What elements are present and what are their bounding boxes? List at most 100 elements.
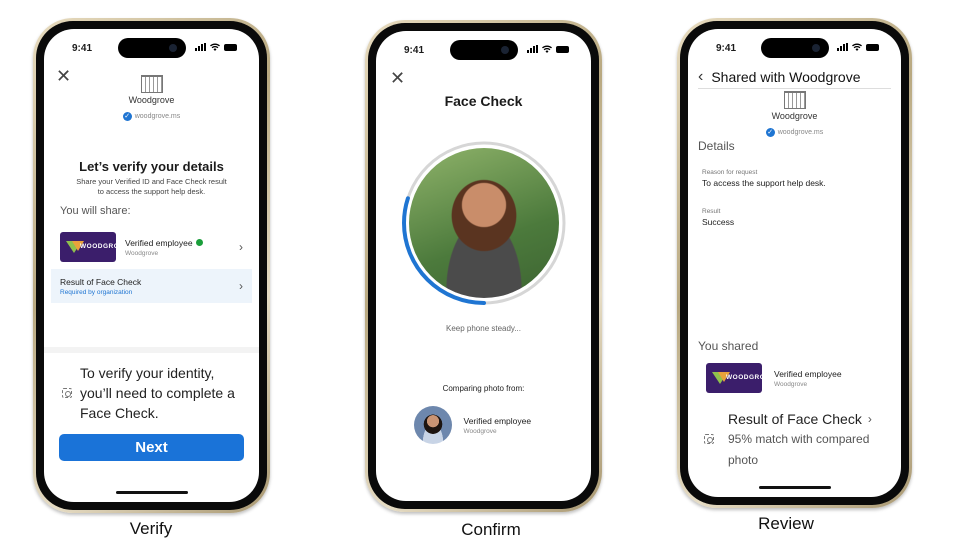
page-title: Face Check: [444, 93, 523, 109]
close-icon[interactable]: ✕: [56, 67, 71, 85]
next-button[interactable]: Next: [59, 434, 244, 461]
org-name: Woodgrove: [128, 95, 175, 105]
credential-issuer: Woodgrove: [463, 427, 497, 435]
phone-verify: 9:41 ✕ Woodgrove ✓ woodgrove.ms Let’s ve…: [33, 18, 270, 513]
credential-text: Verified employee Woodgrove: [464, 416, 532, 435]
verified-check-icon: [195, 239, 203, 246]
building-icon: [783, 91, 806, 109]
org-header: Woodgrove ✓ woodgrove.ms: [715, 91, 875, 139]
system-icons: [527, 45, 569, 53]
compare-credential: Verified employee Woodgrove: [413, 406, 554, 444]
wifi-icon: [852, 43, 862, 51]
face-result-detail: 95% match with compared photo: [728, 432, 870, 467]
face-result-title: Result of Face Check: [728, 411, 862, 427]
chevron-left-icon[interactable]: ‹: [698, 68, 703, 86]
shared-heading: You shared: [698, 339, 759, 353]
battery-icon: [556, 45, 569, 53]
system-icons: [195, 43, 237, 51]
org-domain: ✓ woodgrove.ms: [765, 128, 824, 137]
phone-confirm: 9:41 ✕ Face Check Keep phone steady... C…: [365, 20, 602, 512]
comparing-label: Comparing photo from:: [442, 384, 525, 393]
field-key: Result: [702, 208, 721, 215]
credential-name: Verified employee: [774, 368, 842, 379]
chevron-right-icon: ›: [239, 240, 243, 254]
verify-screen: 9:41 ✕ Woodgrove ✓ woodgrove.ms Let’s ve…: [44, 29, 259, 502]
home-indicator: [758, 486, 831, 489]
face-check-text: Result of Face Check Required by organiz…: [60, 277, 141, 296]
step-label-review: Review: [758, 514, 814, 533]
face-scan-icon: [62, 388, 72, 398]
close-icon[interactable]: ✕: [390, 69, 405, 87]
chevron-right-icon: ›: [867, 412, 872, 426]
face-check-result[interactable]: Result of Face Check › 95% match with co…: [704, 411, 891, 471]
credential-name: Verified employee: [125, 237, 193, 248]
nav-bar: ‹ Shared with Woodgrove: [698, 65, 891, 89]
field-value: Success: [702, 217, 735, 227]
system-icons: [837, 43, 879, 51]
org-header: Woodgrove ✓ woodgrove.ms: [72, 75, 232, 123]
shared-credential-row[interactable]: WOODGROVE Verified employee Woodgrove: [706, 363, 842, 393]
verified-badge-icon: ✓: [765, 128, 775, 137]
share-heading: You will share:: [60, 205, 131, 217]
wifi-icon: [542, 45, 552, 53]
credential-issuer: Woodgrove: [125, 249, 159, 257]
credential-issuer: Woodgrove: [774, 380, 808, 388]
phone-review: 9:41 ‹ Shared with Woodgrove Woodgrove ✓…: [677, 18, 912, 508]
face-check-title: Result of Face Check: [60, 276, 142, 287]
phone-bezel: 9:41 ✕ Woodgrove ✓ woodgrove.ms Let’s ve…: [36, 21, 267, 510]
credential-text: Verified employee Woodgrove: [125, 238, 203, 257]
woodgrove-card-logo: WOODGROVE: [706, 363, 762, 393]
home-indicator: [115, 491, 188, 494]
status-time: 9:41: [716, 43, 737, 54]
status-time: 9:41: [72, 43, 93, 54]
dynamic-island: [760, 38, 829, 58]
step-label-verify: Verify: [129, 519, 173, 538]
face-check-subtitle: Required by organization: [60, 288, 133, 296]
step-label-confirm: Confirm: [461, 520, 521, 539]
page-subtitle: Share your Verified ID and Face Check re…: [76, 177, 227, 196]
signal-icon: [837, 43, 848, 51]
face-camera-preview: [408, 148, 559, 298]
status-time: 9:41: [404, 45, 425, 56]
verified-badge-icon: ✓: [122, 112, 132, 121]
face-scan-icon: [704, 434, 714, 444]
credential-text: Verified employee Woodgrove: [774, 369, 842, 388]
chevron-right-icon: ›: [239, 279, 243, 293]
detail-field-reason: Reason for request To access the support…: [702, 169, 826, 188]
face-capture: [399, 138, 569, 308]
battery-icon: [866, 43, 879, 51]
face-result-detail-line: 95% match with compared photo: [704, 429, 891, 471]
status-bar: 9:41: [44, 29, 259, 59]
review-screen: 9:41 ‹ Shared with Woodgrove Woodgrove ✓…: [688, 29, 901, 497]
confirm-screen: 9:41 ✕ Face Check Keep phone steady... C…: [376, 31, 591, 501]
org-domain-text: woodgrove.ms: [777, 129, 824, 136]
bottom-sheet: To verify your identity, you’ll need to …: [44, 347, 259, 502]
credential-name-line: Verified employee: [125, 238, 203, 248]
dynamic-island: [449, 40, 518, 60]
org-domain-text: woodgrove.ms: [134, 113, 181, 120]
signal-icon: [195, 43, 206, 51]
building-icon: [140, 75, 163, 93]
field-value: To access the support help desk.: [702, 178, 826, 188]
status-bar: 9:41: [688, 29, 901, 59]
sheet-message-text: To verify your identity, you’ll need to …: [80, 365, 235, 421]
field-key: Reason for request: [702, 169, 758, 176]
signal-icon: [527, 45, 538, 53]
phone-bezel: 9:41 ✕ Face Check Keep phone steady... C…: [368, 23, 599, 509]
dynamic-island: [117, 38, 186, 58]
status-bar: 9:41: [376, 31, 591, 61]
woodgrove-card-logo: WOODGROVE: [60, 232, 116, 262]
wifi-icon: [210, 43, 220, 51]
page-title: Shared with Woodgrove: [711, 68, 861, 85]
capture-status: Keep phone steady...: [445, 324, 522, 333]
card-logo-text: WOODGROVE: [80, 243, 116, 250]
card-logo-text: WOODGROVE: [726, 374, 762, 381]
face-check-row[interactable]: Result of Face Check Required by organiz…: [51, 269, 252, 303]
credential-name: Verified employee: [463, 415, 532, 426]
credential-row[interactable]: WOODGROVE Verified employee Woodgrove ›: [60, 230, 249, 264]
battery-icon: [224, 43, 237, 51]
page-title: Let’s verify your details: [79, 159, 224, 174]
org-name: Woodgrove: [771, 111, 818, 121]
phone-bezel: 9:41 ‹ Shared with Woodgrove Woodgrove ✓…: [680, 21, 909, 505]
credential-photo: [413, 406, 452, 444]
